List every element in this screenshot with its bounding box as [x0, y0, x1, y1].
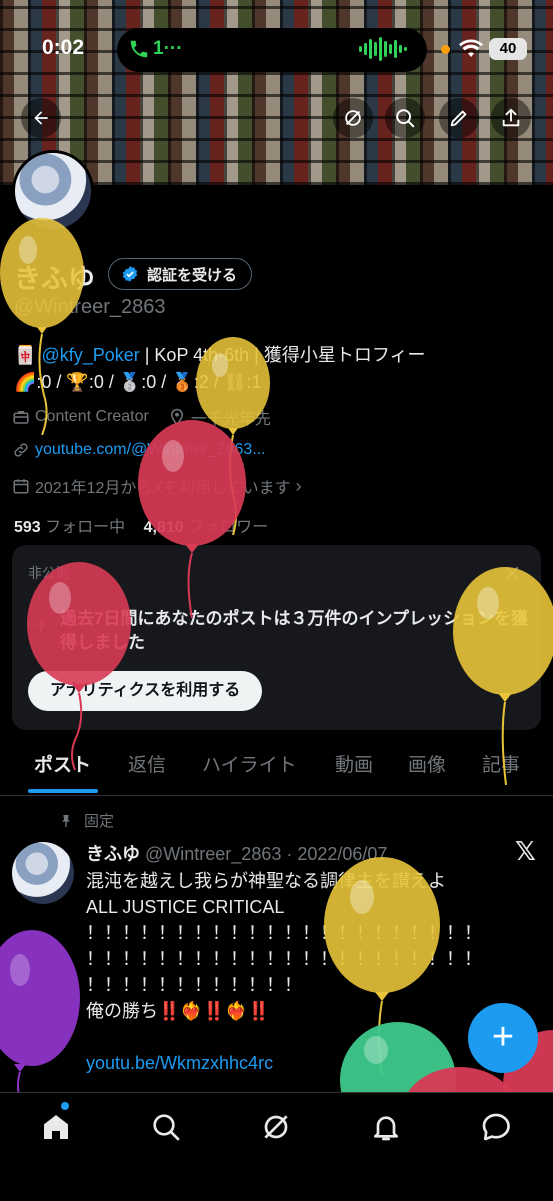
profile-website-row[interactable]: youtube.com/@Wintreer_2863...	[12, 441, 266, 459]
impressions-message: 過去7日間にあなたのポストは３万件のインプレッションを獲得しました	[60, 609, 528, 652]
grok-button[interactable]	[333, 98, 373, 138]
bio-line-2: 🌈:0 / 🏆:0 / 🥈:0 / 🥉:2 / ⛓:1	[14, 372, 262, 392]
close-icon[interactable]: ✕	[503, 561, 521, 587]
home-icon[interactable]	[40, 1111, 72, 1143]
post-line: ！！！！！！！！！！！！	[86, 975, 302, 995]
balloon-yellow	[0, 218, 84, 435]
tab-highlights[interactable]: ハイライト	[202, 745, 297, 787]
back-button[interactable]	[21, 98, 61, 138]
post-line: ！！！！！！！！！！！！！！！！！！！！！！	[86, 923, 482, 943]
profile-joined-date: 2021年12月からXを利用しています	[35, 480, 291, 497]
notification-dot	[61, 1102, 69, 1110]
post-author-name[interactable]: きふゆ	[86, 844, 140, 864]
private-label: 非公開	[28, 565, 70, 581]
bio-emoji: 🀄	[14, 345, 37, 365]
get-verified-label: 認証を受ける	[147, 266, 238, 284]
share-button[interactable]	[491, 98, 531, 138]
post-line: 混沌を越えし我らが神聖なる調律主を讃えよ	[86, 871, 446, 891]
messages-icon[interactable]	[480, 1111, 512, 1143]
tab-articles[interactable]: 記事	[482, 745, 520, 787]
audio-wave-icon	[359, 37, 407, 61]
profile-avatar[interactable]	[12, 150, 94, 232]
profile-handle: @Wintreer_2863	[14, 296, 166, 318]
active-tab-indicator	[28, 789, 98, 793]
arrow-up-icon	[35, 620, 47, 633]
phone-icon	[130, 40, 148, 58]
followers-count: 4,810	[143, 519, 184, 536]
profile-category: Content Creator	[35, 408, 149, 425]
link-icon	[14, 443, 28, 457]
bio-line-1: 🀄 @kfy_Poker | KoP 4th-6th | 獲得小星トロフィー	[14, 341, 425, 367]
display-name: きふゆ	[14, 264, 95, 294]
profile-meta-row: Content Creator 一千光年先	[12, 405, 271, 429]
arrow-left-icon	[34, 111, 48, 125]
tab-media[interactable]: 画像	[408, 745, 446, 787]
get-verified-button[interactable]: 認証を受ける	[108, 258, 253, 290]
tab-posts[interactable]: ポスト	[34, 745, 91, 787]
tab-replies[interactable]: 返信	[128, 745, 166, 787]
edit-icon	[450, 110, 467, 127]
verified-badge-icon	[122, 266, 138, 282]
x-logo-icon: 𝕏	[515, 836, 536, 866]
profile-website-link[interactable]: youtube.com/@Wintreer_2863...	[35, 441, 266, 459]
bio-mention-link[interactable]: @kfy_Poker	[41, 345, 139, 365]
search-icon[interactable]	[150, 1111, 182, 1143]
location-icon	[170, 408, 183, 426]
search-button[interactable]	[385, 98, 425, 138]
post-line: ！！！！！！！！！！！！！！！！！！！！！！	[86, 949, 482, 969]
profile-joined-row[interactable]: 2021年12月からXを利用しています ›	[12, 474, 302, 498]
wifi-icon	[459, 39, 483, 57]
call-indicator: 1···	[153, 38, 183, 59]
bottom-nav	[0, 1092, 553, 1201]
calendar-icon	[13, 479, 29, 494]
share-icon	[502, 108, 520, 127]
profile-location: 一千光年先	[190, 411, 271, 428]
post-handle-date: @Wintreer_2863 · 2022/06/07	[145, 844, 388, 864]
privacy-indicator	[441, 45, 450, 54]
search-icon	[396, 109, 415, 128]
pin-icon	[62, 814, 70, 827]
followers-label: フォロワー	[188, 519, 269, 536]
briefcase-icon	[13, 411, 29, 424]
grok-icon[interactable]	[260, 1111, 292, 1143]
edit-button[interactable]	[439, 98, 479, 138]
battery-indicator: 40	[489, 38, 527, 60]
post-line: ALL JUSTICE CRITICAL	[86, 897, 285, 917]
grok-icon	[345, 110, 361, 126]
following-label: フォロー中	[45, 519, 126, 536]
following-count: 593	[14, 519, 41, 536]
use-analytics-button[interactable]: アナリティクスを利用する	[28, 671, 263, 711]
balloon-purple	[0, 930, 80, 1100]
chevron-right-icon: ›	[295, 475, 302, 496]
pinned-indicator: 固定	[58, 810, 114, 831]
following-stat[interactable]: 593 フォロー中	[14, 519, 125, 536]
post-header: きふゆ @Wintreer_2863 · 2022/06/07	[86, 840, 387, 866]
compose-post-button[interactable]: +	[468, 1003, 538, 1073]
bio-text: | KoP 4th-6th | 獲得小星トロフィー	[139, 345, 426, 365]
followers-stat[interactable]: 4,810 フォロワー	[144, 519, 269, 536]
tab-videos[interactable]: 動画	[335, 745, 373, 787]
pinned-label: 固定	[84, 813, 115, 830]
post-author-avatar[interactable]	[12, 842, 74, 904]
status-time: 0:02	[42, 36, 85, 59]
notifications-icon[interactable]	[370, 1111, 402, 1143]
follow-stats: 593 フォロー中 4,810 フォロワー	[14, 513, 268, 537]
